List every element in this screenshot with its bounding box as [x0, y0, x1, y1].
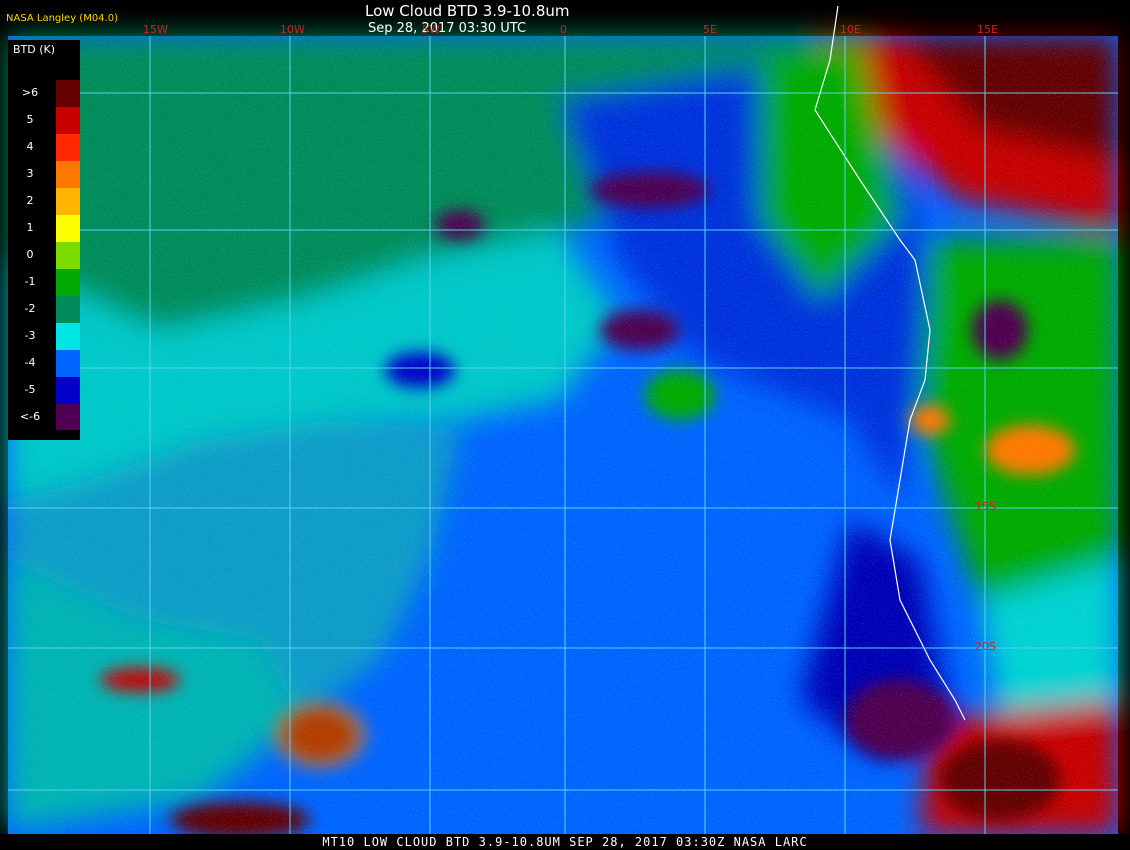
lon-label: 10W [280, 23, 305, 36]
lon-label: 5W [422, 23, 440, 36]
lat-label: 20S [975, 640, 996, 653]
legend-swatch [56, 295, 80, 323]
legend-tick-label: 5 [26, 113, 34, 127]
legend-swatch [56, 160, 80, 189]
legend-tick-label: 0 [26, 248, 34, 261]
legend-swatch [56, 187, 80, 216]
legend-tick-label: 1 [26, 221, 34, 235]
image-timestamp: Sep 28, 2017 03:30 UTC [368, 21, 527, 36]
legend-tick-label: 3 [26, 167, 34, 181]
lon-label: 15E [977, 23, 998, 36]
legend-tick-label: -3 [24, 328, 36, 342]
legend-tick-label: >6 [21, 86, 39, 100]
legend-tick-label: <-6 [19, 409, 41, 423]
legend-swatch [56, 214, 80, 243]
legend-tick-label: -5 [24, 382, 36, 396]
lon-label: 0 [560, 23, 567, 36]
lon-label: 15W [143, 23, 168, 36]
legend-swatch [56, 322, 80, 350]
lon-label: 5E [703, 23, 717, 36]
color-legend: BTD (K) <-6 -5 -4 -3 -2 -1 0 1 2 3 4 5 >6 [8, 40, 80, 440]
legend-swatch [56, 403, 80, 431]
legend-swatch [56, 268, 80, 296]
lat-label: 15S [975, 500, 996, 513]
legend-tick-label: 2 [26, 194, 34, 208]
producer-label: NASA Langley (M04.0) [6, 13, 118, 24]
legend-swatch [56, 133, 80, 162]
legend-tick-label: -2 [24, 301, 36, 315]
legend-swatch [56, 241, 80, 269]
speckle-texture [8, 36, 1118, 834]
legend-tick-label: -4 [24, 355, 36, 369]
footer-caption: MT10 LOW CLOUD BTD 3.9-10.8UM SEP 28, 20… [0, 834, 1130, 850]
btd-image [8, 5, 1118, 838]
legend-swatch [56, 106, 80, 135]
lon-label: 10E [840, 23, 861, 36]
legend-swatch [56, 349, 80, 377]
legend-tick-label: -1 [24, 274, 36, 288]
legend-swatch [56, 376, 80, 404]
legend-title: BTD (K) [12, 43, 56, 56]
image-title: Low Cloud BTD 3.9-10.8um [365, 2, 570, 20]
legend-tick-label: 4 [26, 140, 34, 154]
map-frame: NASA Langley (M04.0) Low Cloud BTD 3.9-1… [0, 0, 1130, 850]
legend-swatch [56, 80, 80, 108]
